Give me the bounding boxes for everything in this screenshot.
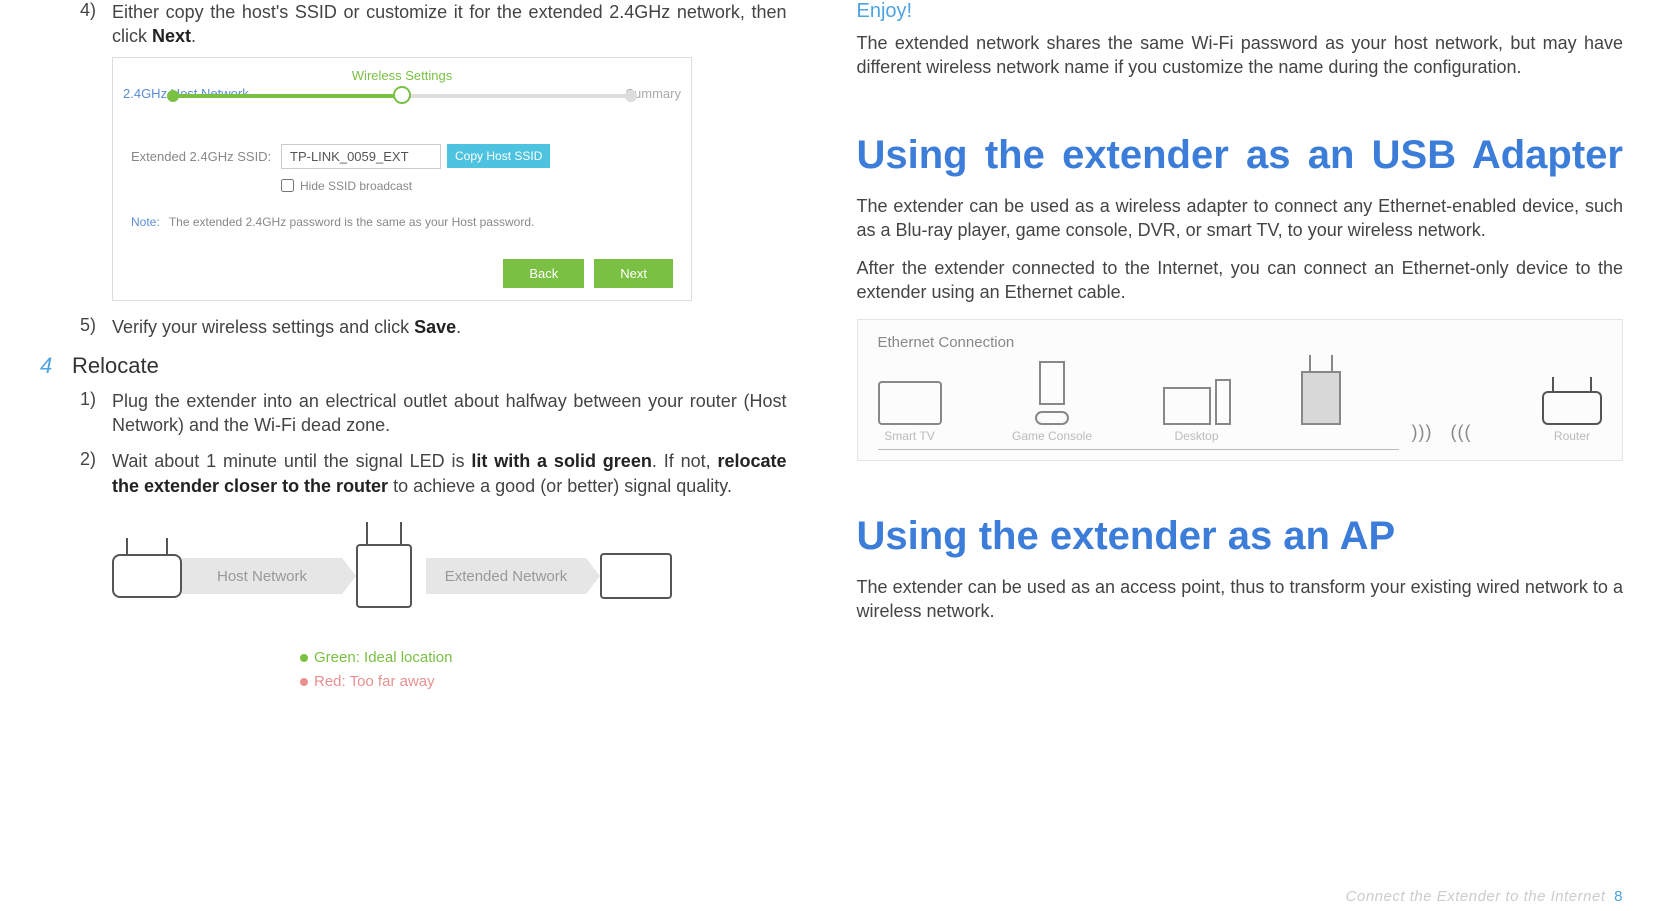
step-4-text: Either copy the host's SSID or customize… <box>112 0 787 49</box>
diagram-legend: Green: Ideal location Red: Too far away <box>300 646 787 694</box>
gamepad-icon <box>1035 411 1069 425</box>
r2-e: to achieve a good (or better) signal qua… <box>388 476 732 496</box>
step-4-number: 4) <box>80 0 112 49</box>
r2-b: lit with a solid green <box>471 451 652 471</box>
hide-ssid-checkbox[interactable] <box>281 179 294 192</box>
ethernet-wire <box>878 449 1400 450</box>
extended-network-arrow: Extended Network <box>426 558 586 594</box>
usb-adapter-heading: Using the extender as an USB Adapter <box>857 130 1624 180</box>
step-5-text: Verify your wireless settings and click … <box>112 315 461 339</box>
step5-bold-save: Save <box>414 317 456 337</box>
extender-icon-2 <box>1301 371 1341 425</box>
enjoy-heading: Enjoy! <box>857 0 1624 23</box>
hide-ssid-label: Hide SSID broadcast <box>300 179 412 193</box>
ethernet-diagram: Ethernet Connection Smart TV Game Consol… <box>857 319 1624 461</box>
relocate-2-text: Wait about 1 minute until the signal LED… <box>112 449 787 498</box>
note-text: The extended 2.4GHz password is the same… <box>169 215 535 229</box>
step4-bold-next: Next <box>152 26 191 46</box>
extender-label <box>1319 429 1322 443</box>
section-relocate-title: Relocate <box>72 353 159 379</box>
back-button[interactable]: Back <box>503 259 584 288</box>
relocate-1-text: Plug the extender into an electrical out… <box>112 389 787 438</box>
console-icon <box>1039 361 1065 405</box>
legend-green: Green: Ideal location <box>314 649 452 666</box>
section-4-number: 4 <box>40 353 72 379</box>
step4-part-a: Either copy the host's SSID or customize… <box>112 2 787 46</box>
router-icon-2 <box>1542 391 1602 425</box>
step4-part-c: . <box>191 26 196 46</box>
relocate-1-number: 1) <box>80 389 112 438</box>
footer-page-number: 8 <box>1614 888 1623 905</box>
host-network-label: Host Network <box>217 568 307 585</box>
timeline-label-wireless: Wireless Settings <box>352 68 452 83</box>
wireless-settings-panel: Wireless Settings 2.4GHz Host Network Su… <box>112 57 692 301</box>
desktop-label: Desktop <box>1175 429 1219 443</box>
r2-a: Wait about 1 minute until the signal LED… <box>112 451 471 471</box>
relocate-diagram: Host Network Extended Network <box>112 516 672 636</box>
enjoy-paragraph: The extended network shares the same Wi-… <box>857 31 1624 80</box>
extended-network-label: Extended Network <box>445 568 568 585</box>
timeline-dot-host <box>167 90 179 102</box>
smart-tv-icon <box>878 381 942 425</box>
usb-p1: The extender can be used as a wireless a… <box>857 194 1624 243</box>
ssid-label: Extended 2.4GHz SSID: <box>131 149 281 164</box>
red-dot-icon <box>300 678 308 686</box>
legend-red: Red: Too far away <box>314 673 435 690</box>
pc-tower-icon <box>1215 379 1231 425</box>
timeline-dot-wireless <box>393 86 411 104</box>
monitor-icon <box>1163 387 1211 425</box>
step-5-number: 5) <box>80 315 112 339</box>
ap-heading: Using the extender as an AP <box>857 511 1624 561</box>
copy-host-ssid-button[interactable]: Copy Host SSID <box>447 144 550 168</box>
timeline-dot-summary <box>625 90 637 102</box>
page-footer: Connect the Extender to the Internet 8 <box>1346 888 1623 905</box>
step5-a: Verify your wireless settings and click <box>112 317 414 337</box>
console-label: Game Console <box>1012 429 1092 443</box>
ap-paragraph: The extender can be used as an access po… <box>857 575 1624 624</box>
router-icon <box>112 554 182 598</box>
extender-icon <box>356 544 412 608</box>
laptop-icon <box>600 553 672 599</box>
usb-p2: After the extender connected to the Inte… <box>857 256 1624 305</box>
note-label: Note: <box>131 215 160 229</box>
smart-tv-label: Smart TV <box>884 429 934 443</box>
wifi-icon: ))) ((( <box>1411 422 1471 443</box>
host-network-arrow: Host Network <box>182 558 342 594</box>
r2-c: . If not, <box>652 451 718 471</box>
ssid-input[interactable] <box>281 144 441 169</box>
router-label: Router <box>1554 429 1590 443</box>
ethernet-diagram-title: Ethernet Connection <box>878 334 1603 351</box>
next-button[interactable]: Next <box>594 259 673 288</box>
step5-c: . <box>456 317 461 337</box>
green-dot-icon <box>300 654 308 662</box>
footer-text: Connect the Extender to the Internet <box>1346 888 1606 905</box>
relocate-2-number: 2) <box>80 449 112 498</box>
